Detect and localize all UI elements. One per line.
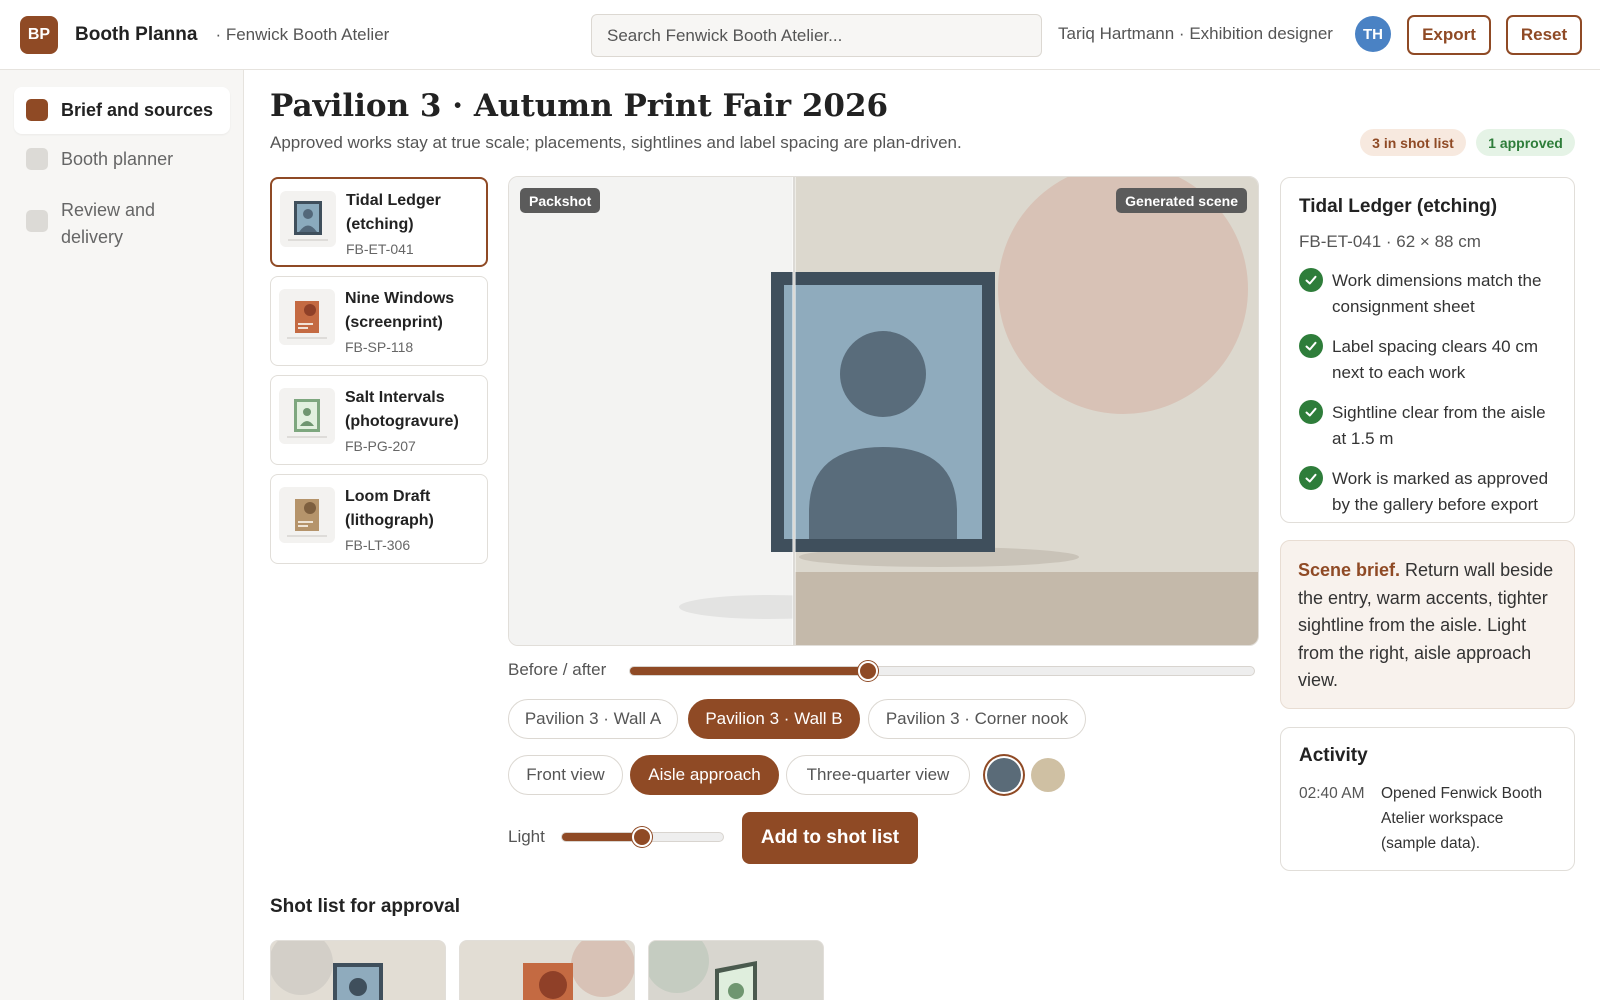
search-input[interactable] (591, 14, 1042, 57)
check-text: Sightline clear from the aisle at 1.5 m (1332, 403, 1546, 448)
check-item: Sightline clear from the aisle at 1.5 m (1299, 400, 1556, 452)
app-name: Booth Planna (75, 23, 198, 45)
swatch-slate[interactable] (987, 758, 1021, 792)
work-name: Loom Draft (lithograph) (345, 488, 434, 529)
activity-panel: Activity 02:40 AM Opened Fenwick Booth A… (1280, 727, 1575, 871)
shot-list-count-badge: 3 in shot list (1360, 129, 1466, 156)
reset-button[interactable]: Reset (1506, 15, 1582, 55)
add-to-shot-list-button[interactable]: Add to shot list (742, 812, 918, 864)
chip-three-quarter-view[interactable]: Three-quarter view (786, 755, 970, 795)
checkmark-icon (1299, 466, 1323, 490)
page-title: Pavilion 3 · Autumn Print Fair 2026 (270, 88, 889, 124)
swatch-sand[interactable] (1031, 758, 1065, 792)
sidebar-item-label: Review and delivery (61, 200, 156, 247)
slider-knob[interactable] (858, 661, 878, 681)
work-name: Nine Windows (screenprint) (345, 290, 455, 331)
work-code: FB-ET-041 (346, 241, 414, 257)
shot-thumbnail[interactable] (459, 940, 635, 1000)
slider-fill (562, 833, 642, 841)
brief-lead: Scene brief. (1298, 560, 1401, 580)
step-marker-icon (26, 210, 48, 232)
scene-brief-panel: Scene brief. Return wall beside the entr… (1280, 540, 1575, 709)
check-item: Label spacing clears 40 cm next to each … (1299, 334, 1556, 386)
light-slider[interactable] (561, 827, 724, 847)
export-button[interactable]: Export (1407, 15, 1491, 55)
work-card-loom-draft[interactable]: Loom Draft (lithograph) FB-LT-306 (270, 474, 488, 564)
detail-title: Tidal Ledger (etching) (1299, 196, 1498, 217)
activity-title: Activity (1299, 745, 1368, 766)
workspace-name: · Fenwick Booth Atelier (215, 24, 390, 44)
scene-brief: Scene brief. Return wall beside the entr… (1298, 557, 1557, 695)
chip-wall-a[interactable]: Pavilion 3 · Wall A (508, 699, 678, 739)
sidebar-item-label: Booth planner (61, 149, 174, 169)
activity-time: 02:40 AM (1299, 785, 1365, 802)
detail-subtitle: FB-ET-041 · 62 × 88 cm (1299, 232, 1481, 251)
light-label: Light (508, 827, 545, 846)
shot-list-title: Shot list for approval (270, 896, 461, 917)
approved-count-badge: 1 approved (1476, 129, 1575, 156)
sidebar: Brief and sources Booth planner Review a… (0, 70, 244, 1000)
check-text: Work dimensions match the consignment sh… (1332, 271, 1542, 316)
scene-render (509, 177, 1258, 645)
check-text: Label spacing clears 40 cm next to each … (1332, 337, 1539, 382)
step-marker-icon (26, 99, 48, 121)
slider-knob[interactable] (632, 827, 652, 847)
activity-entry: 02:40 AM Opened Fenwick Booth Atelier wo… (1299, 781, 1556, 856)
step-marker-icon (26, 148, 48, 170)
portrait-green-icon (279, 388, 335, 444)
chip-corner-nook[interactable]: Pavilion 3 · Corner nook (868, 699, 1086, 739)
checkmark-icon (1299, 268, 1323, 292)
generated-scene-tag: Generated scene (1116, 188, 1247, 213)
sidebar-item-booth-planner[interactable]: Booth planner (14, 136, 230, 183)
packshot-tag: Packshot (520, 188, 601, 213)
before-after-slider[interactable] (629, 661, 1255, 681)
work-detail-panel: Tidal Ledger (etching) FB-ET-041 · 62 × … (1280, 177, 1575, 523)
work-name: Salt Intervals (photogravure) (345, 389, 459, 430)
app-logo[interactable]: BP (20, 15, 58, 54)
work-card-nine-windows[interactable]: Nine Windows (screenprint) FB-SP-118 (270, 276, 488, 366)
work-code: FB-PG-207 (345, 438, 416, 454)
sidebar-item-review-and-delivery[interactable]: Review and delivery (14, 187, 230, 261)
page-subtitle: Approved works stay at true scale; place… (270, 133, 962, 152)
print-tan-icon (279, 487, 335, 543)
shot-thumbnail[interactable] (648, 940, 824, 1000)
print-orange-icon (279, 289, 335, 345)
portrait-blue-icon (280, 191, 336, 247)
checkmark-icon (1299, 400, 1323, 424)
work-card-tidal-ledger[interactable]: Tidal Ledger (etching) FB-ET-041 (270, 177, 488, 267)
user-label: Tariq Hartmann · Exhibition designer (1058, 24, 1333, 43)
shot-thumbnail[interactable] (270, 940, 446, 1000)
avatar[interactable]: TH (1355, 16, 1391, 52)
check-text: Work is marked as approved by the galler… (1332, 469, 1549, 514)
check-item: Work dimensions match the consignment sh… (1299, 268, 1556, 320)
chip-front-view[interactable]: Front view (508, 755, 623, 795)
activity-text: Opened Fenwick Booth Atelier workspace (… (1381, 785, 1543, 852)
slider-fill (630, 667, 868, 675)
sidebar-item-label: Brief and sources (61, 100, 214, 120)
work-code: FB-SP-118 (345, 339, 414, 355)
chip-wall-b[interactable]: Pavilion 3 · Wall B (688, 699, 860, 739)
work-card-salt-intervals[interactable]: Salt Intervals (photogravure) FB-PG-207 (270, 375, 488, 465)
work-code: FB-LT-306 (345, 537, 411, 553)
chip-aisle-approach[interactable]: Aisle approach (630, 755, 779, 795)
work-name: Tidal Ledger (etching) (346, 192, 441, 233)
before-after-label: Before / after (508, 660, 607, 679)
before-after-stage[interactable]: Packshot Generated scene (508, 176, 1259, 646)
check-item: Work is marked as approved by the galler… (1299, 466, 1556, 518)
sidebar-item-brief-and-sources[interactable]: Brief and sources (14, 87, 230, 134)
checkmark-icon (1299, 334, 1323, 358)
